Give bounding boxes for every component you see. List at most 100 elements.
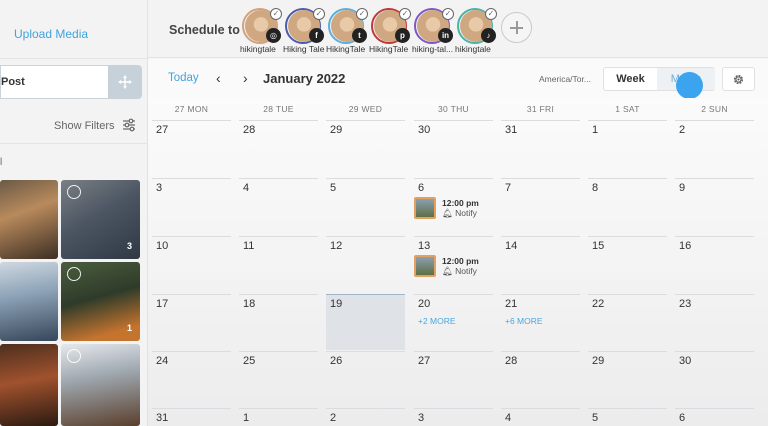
- day-cell[interactable]: 9: [675, 178, 754, 234]
- day-number: 9: [679, 182, 686, 194]
- account-facebook[interactable]: ✓ f Hiking Tale: [283, 8, 325, 54]
- day-cell[interactable]: 5: [326, 178, 405, 234]
- media-thumbnail[interactable]: 3: [61, 180, 140, 259]
- day-cell[interactable]: 15: [588, 236, 667, 292]
- media-thumbnail[interactable]: [0, 344, 58, 426]
- settings-button[interactable]: [722, 67, 755, 91]
- schedule-to-label: Schedule to: [169, 23, 240, 37]
- day-number: 31: [156, 412, 169, 424]
- post-time: 12:00 pm: [442, 198, 479, 208]
- media-thumbnail[interactable]: [0, 262, 58, 341]
- day-number: 27: [418, 355, 431, 367]
- filters-icon[interactable]: [122, 118, 136, 132]
- media-section-label: l: [0, 157, 3, 168]
- day-number: 20: [418, 298, 431, 310]
- day-cell[interactable]: 30: [675, 351, 754, 407]
- media-thumbnail[interactable]: 1: [61, 262, 140, 341]
- day-cell[interactable]: 11: [239, 236, 318, 292]
- move-icon: [118, 75, 132, 89]
- check-icon: ✓: [399, 8, 411, 20]
- day-cell[interactable]: 25: [239, 351, 318, 407]
- select-checkbox[interactable]: [67, 349, 81, 363]
- day-number: 24: [156, 355, 169, 367]
- day-cell[interactable]: 10: [152, 236, 231, 292]
- select-checkbox[interactable]: [67, 267, 81, 281]
- day-cell[interactable]: 29: [326, 120, 405, 176]
- account-instagram[interactable]: ✓ ◎ hikingtale: [240, 8, 282, 54]
- day-cell[interactable]: 8: [588, 178, 667, 234]
- day-number: 5: [330, 182, 337, 194]
- day-cell[interactable]: 30: [414, 120, 493, 176]
- day-cell[interactable]: 22: [588, 294, 667, 350]
- account-pinterest[interactable]: ✓ p HikingTale: [369, 8, 411, 54]
- show-filters-button[interactable]: Show Filters: [54, 120, 115, 132]
- day-number: 8: [592, 182, 599, 194]
- drag-handle-button[interactable]: [108, 65, 142, 99]
- day-cell[interactable]: 23: [675, 294, 754, 350]
- day-number: 1: [243, 412, 250, 424]
- account-tiktok[interactable]: ✓ ♪ hikingtale: [455, 8, 497, 54]
- twitter-icon: t: [352, 28, 367, 43]
- day-cell[interactable]: 12: [326, 236, 405, 292]
- day-cell[interactable]: 31: [152, 408, 231, 426]
- more-posts-link[interactable]: +6 MORE: [505, 316, 543, 326]
- day-cell[interactable]: 18: [239, 294, 318, 350]
- day-cell[interactable]: 2: [675, 120, 754, 176]
- today-button[interactable]: Today: [168, 72, 199, 84]
- account-name: Hiking Tale: [283, 44, 325, 54]
- day-cell[interactable]: 28: [501, 351, 580, 407]
- account-linkedin[interactable]: ✓ in hiking-tal...: [412, 8, 454, 54]
- scheduled-post[interactable]: 12:00 pm 🔔︎ Notify: [414, 255, 492, 277]
- day-cell[interactable]: 6: [675, 408, 754, 426]
- day-cell[interactable]: 1: [588, 120, 667, 176]
- more-posts-link[interactable]: +2 MORE: [418, 316, 456, 326]
- day-cell[interactable]: 5: [588, 408, 667, 426]
- day-cell[interactable]: 26: [326, 351, 405, 407]
- next-month-icon[interactable]: ›: [243, 70, 248, 86]
- day-cell[interactable]: 27: [414, 351, 493, 407]
- add-account-button[interactable]: [501, 12, 532, 43]
- day-cell[interactable]: 1: [239, 408, 318, 426]
- media-thumbnail[interactable]: [61, 344, 140, 426]
- day-number: 27: [156, 124, 169, 136]
- day-cell[interactable]: 17: [152, 294, 231, 350]
- week-view-button[interactable]: Week: [604, 68, 657, 90]
- prev-month-icon[interactable]: ‹: [216, 70, 221, 86]
- day-cell[interactable]: 3: [414, 408, 493, 426]
- day-number: 4: [505, 412, 512, 424]
- divider: [0, 58, 148, 59]
- day-cell[interactable]: 29: [588, 351, 667, 407]
- day-cell[interactable]: 19: [326, 294, 405, 350]
- day-cell[interactable]: 16: [675, 236, 754, 292]
- day-cell[interactable]: 20 +2 MORE: [414, 294, 493, 350]
- scheduled-post[interactable]: 12:00 pm 🔔︎ Notify: [414, 197, 492, 219]
- select-checkbox[interactable]: [67, 185, 81, 199]
- day-cell[interactable]: 4: [501, 408, 580, 426]
- weekday-header: 2 SUN: [701, 104, 728, 114]
- timezone-selector[interactable]: America/Tor...: [539, 74, 591, 84]
- day-cell[interactable]: 4: [239, 178, 318, 234]
- day-number: 6: [418, 182, 425, 194]
- account-twitter[interactable]: ✓ t HikingTale: [326, 8, 368, 54]
- weekday-header: 1 SAT: [615, 104, 640, 114]
- post-type-field[interactable]: Post: [0, 65, 108, 99]
- day-cell[interactable]: 27: [152, 120, 231, 176]
- day-number: 2: [679, 124, 686, 136]
- day-cell[interactable]: 13 12:00 pm 🔔︎ Notify: [414, 236, 493, 292]
- media-thumbnail[interactable]: [0, 180, 58, 259]
- day-cell[interactable]: 7: [501, 178, 580, 234]
- post-thumbnail: [414, 255, 436, 277]
- day-cell[interactable]: 14: [501, 236, 580, 292]
- day-cell[interactable]: 31: [501, 120, 580, 176]
- day-cell[interactable]: 28: [239, 120, 318, 176]
- day-cell[interactable]: 21 +6 MORE: [501, 294, 580, 350]
- day-cell[interactable]: 6 12:00 pm 🔔︎ Notify: [414, 178, 493, 234]
- pinterest-icon: p: [395, 28, 410, 43]
- day-number: 2: [330, 412, 337, 424]
- account-name: hiking-tal...: [412, 44, 454, 54]
- upload-media-link[interactable]: Upload Media: [14, 27, 88, 41]
- day-cell[interactable]: 3: [152, 178, 231, 234]
- day-cell[interactable]: 24: [152, 351, 231, 407]
- media-count-badge: 1: [126, 323, 132, 333]
- day-cell[interactable]: 2: [326, 408, 405, 426]
